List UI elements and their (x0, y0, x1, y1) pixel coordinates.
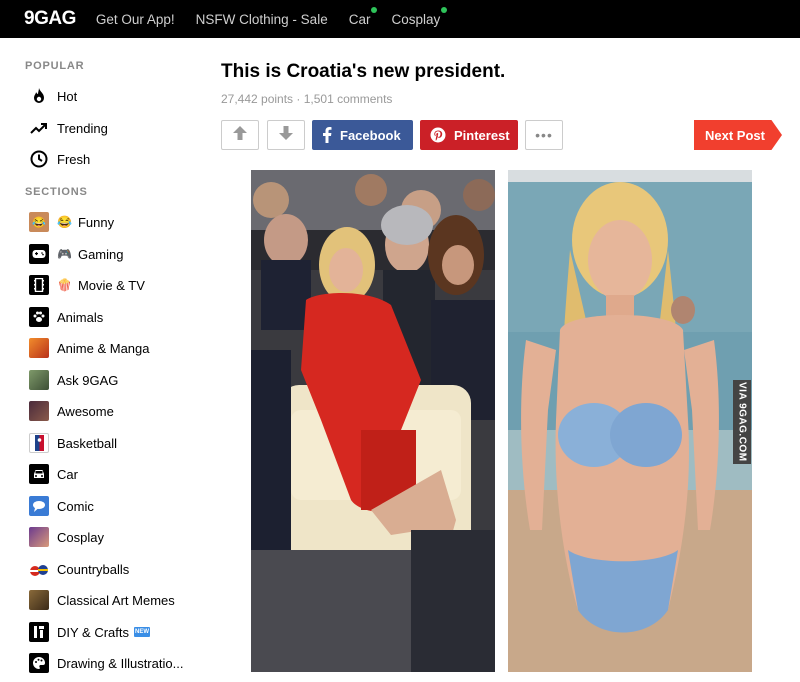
more-options-button[interactable]: ••• (525, 120, 563, 150)
post-meta[interactable]: 27,442 points · 1,501 comments (221, 92, 392, 106)
pinterest-share-button[interactable]: Pinterest (420, 120, 518, 150)
sidebar-item-awesome[interactable]: Awesome (29, 400, 204, 422)
more-dots-icon: ••• (535, 127, 553, 143)
sidebar-item-funny[interactable]: 😂 😂 Funny (29, 211, 204, 233)
sidebar-item-movie-tv[interactable]: 🍿 Movie & TV (29, 274, 204, 296)
sidebar-item-hot[interactable]: Hot (29, 85, 204, 107)
sidebar-item-cosplay[interactable]: Cosplay (29, 526, 204, 548)
facebook-share-button[interactable]: Facebook (312, 120, 413, 150)
new-indicator-dot (371, 6, 378, 13)
gaming-icon (29, 244, 49, 264)
nav-link-get-app[interactable]: Get Our App! (96, 12, 175, 27)
game-controller-emoji: 🎮 (57, 247, 72, 261)
cosplay-icon (29, 527, 49, 547)
audience-photo (251, 170, 495, 672)
post-title: This is Croatia's new president. (221, 61, 506, 82)
top-nav-links: Get Our App! NSFW Clothing - Sale Car Co… (96, 6, 461, 27)
downvote-button[interactable] (267, 120, 305, 150)
post-image-left[interactable] (251, 170, 495, 672)
fire-icon (29, 86, 49, 106)
sidebar-item-gaming[interactable]: 🎮 Gaming (29, 243, 204, 265)
anime-icon (29, 338, 49, 358)
next-post-button[interactable]: Next Post (694, 120, 782, 150)
upvote-button[interactable] (221, 120, 259, 150)
art-icon (29, 590, 49, 610)
sidebar-item-diy-crafts[interactable]: DIY & Crafts NEW (29, 621, 204, 643)
facebook-icon (322, 127, 332, 143)
new-badge: NEW (134, 627, 151, 637)
sidebar: POPULAR Hot Trending Fresh SECTIONS 😂 😂 … (0, 38, 205, 682)
sidebar-item-drawing-illustration[interactable]: Drawing & Illustratio... (29, 652, 204, 674)
funny-icon: 😂 (29, 212, 49, 232)
sidebar-item-fresh[interactable]: Fresh (29, 148, 204, 170)
nav-link-car[interactable]: Car (349, 6, 378, 27)
clock-icon (29, 149, 49, 169)
new-indicator-dot (441, 6, 448, 13)
awesome-icon (29, 401, 49, 421)
basketball-icon (29, 433, 49, 453)
top-nav-bar: 9GAG Get Our App! NSFW Clothing - Sale C… (0, 0, 800, 38)
nav-link-cosplay[interactable]: Cosplay (391, 6, 448, 27)
comic-icon (29, 496, 49, 516)
sidebar-item-classical-art-memes[interactable]: Classical Art Memes (29, 589, 204, 611)
sidebar-item-trending[interactable]: Trending (29, 117, 204, 139)
popular-heading: POPULAR (25, 60, 85, 72)
sidebar-item-countryballs[interactable]: Countryballs (29, 558, 204, 580)
laughing-emoji: 😂 (57, 215, 72, 229)
movie-icon (29, 275, 49, 295)
beach-photo (508, 170, 752, 672)
nav-link-nsfw-clothing[interactable]: NSFW Clothing - Sale (196, 12, 328, 27)
countryballs-icon (29, 559, 49, 579)
sidebar-item-ask-9gag[interactable]: Ask 9GAG (29, 369, 204, 391)
arrow-down-icon (278, 125, 294, 146)
via-9gag-watermark: VIA 9GAG.COM (733, 380, 751, 464)
sidebar-item-animals[interactable]: Animals (29, 306, 204, 328)
paw-icon (29, 307, 49, 327)
car-icon (29, 464, 49, 484)
sidebar-item-car[interactable]: Car (29, 463, 204, 485)
sections-heading: SECTIONS (25, 186, 88, 198)
palette-icon (29, 653, 49, 673)
popcorn-emoji: 🍿 (57, 278, 72, 292)
sidebar-item-anime-manga[interactable]: Anime & Manga (29, 337, 204, 359)
post-image-right[interactable] (508, 170, 752, 672)
diy-icon (29, 622, 49, 642)
trending-icon (29, 118, 49, 138)
site-logo[interactable]: 9GAG (24, 8, 76, 30)
ask-icon (29, 370, 49, 390)
arrow-up-icon (232, 125, 248, 146)
pinterest-icon (430, 127, 446, 143)
sidebar-item-basketball[interactable]: Basketball (29, 432, 204, 454)
sidebar-item-comic[interactable]: Comic (29, 495, 204, 517)
